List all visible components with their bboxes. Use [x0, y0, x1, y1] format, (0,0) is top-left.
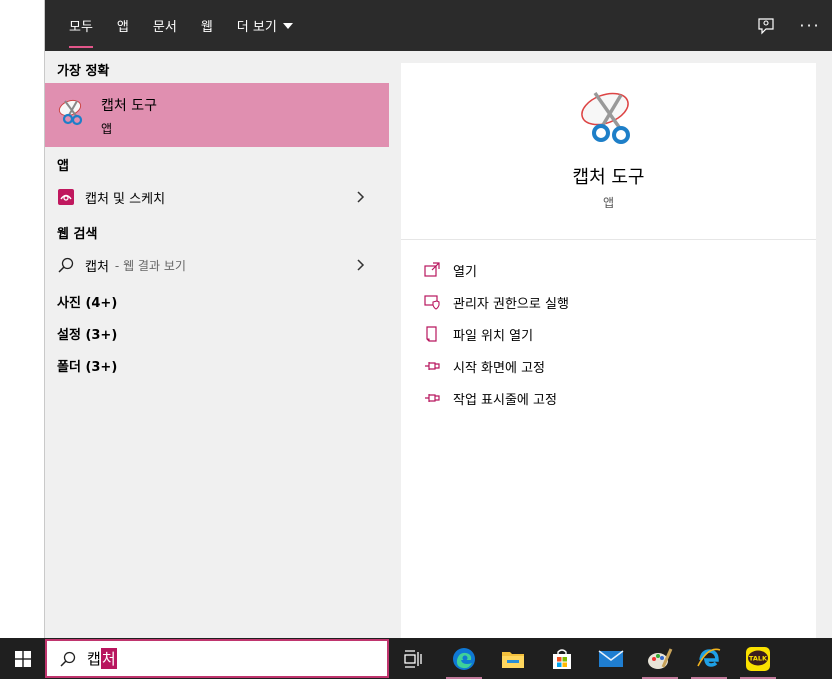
paint-app[interactable]: [636, 638, 684, 679]
windows-logo-icon: [14, 650, 31, 667]
action-pin-to-start[interactable]: 시작 화면에 고정: [423, 354, 545, 378]
more-options-icon[interactable]: ···: [788, 0, 832, 51]
desktop-background: [0, 0, 45, 638]
file-explorer-icon: [502, 651, 524, 668]
action-open-file-location[interactable]: 파일 위치 열기: [423, 322, 533, 346]
open-icon: [423, 261, 441, 279]
web-search-heading: 웹 검색: [57, 227, 98, 242]
paint-icon: [648, 647, 673, 669]
tab-all[interactable]: 모두: [57, 0, 105, 51]
start-button[interactable]: [0, 638, 45, 679]
search-icon: [60, 651, 76, 667]
settings-section[interactable]: 설정 (3+): [45, 324, 117, 343]
best-match-type: 앱: [101, 122, 113, 136]
tab-more-label: 더 보기: [236, 20, 277, 35]
taskbar: 캡처 TALK: [0, 638, 832, 679]
photos-section[interactable]: 사진 (4+): [45, 292, 117, 311]
tab-documents-label: 문서: [152, 20, 177, 35]
tab-web[interactable]: 웹: [189, 0, 225, 51]
search-input[interactable]: 캡처: [87, 648, 117, 669]
best-match-item[interactable]: 캡처 도구 앱: [45, 83, 389, 147]
preview-pane: 캡처 도구 앱 열기 관리자 권한으로 실행 파일 위치 열기 시작 화면에 고…: [401, 63, 816, 638]
apps-heading: 앱: [57, 159, 69, 174]
web-search-query: 캡처: [85, 259, 109, 275]
pin-icon: [423, 389, 441, 407]
search-icon: [57, 256, 75, 274]
preview-app-type: 앱: [602, 196, 615, 210]
edge-app[interactable]: [440, 638, 488, 679]
more-options-label: ···: [799, 16, 821, 35]
action-open-label: 열기: [453, 264, 477, 280]
snipping-tool-icon: [581, 91, 630, 144]
search-filter-bar: 모두 앱 문서 웹 더 보기 ···: [45, 0, 832, 51]
tab-apps-label: 앱: [116, 20, 129, 35]
chevron-right-icon[interactable]: [353, 189, 369, 205]
topbar-actions: ···: [744, 0, 832, 51]
caret-down-icon: [282, 22, 293, 29]
tab-documents[interactable]: 문서: [141, 0, 189, 51]
mail-app[interactable]: [587, 638, 635, 679]
result-web-search[interactable]: 캡처 - 웹 결과 보기: [45, 249, 389, 281]
preview-divider: [401, 239, 816, 240]
file-explorer-app[interactable]: [489, 638, 537, 679]
shield-icon: [423, 293, 441, 311]
snipping-tool-icon: [58, 99, 83, 126]
result-snip-sketch-label: 캡처 및 스케치: [85, 191, 166, 207]
chevron-right-icon[interactable]: [353, 257, 369, 273]
edge-icon: [453, 647, 475, 670]
web-search-hint: - 웹 결과 보기: [114, 258, 186, 273]
store-icon: [553, 648, 571, 669]
kakaotalk-label: TALK: [749, 654, 768, 662]
pin-icon: [423, 357, 441, 375]
preview-app-name: 캡처 도구: [572, 167, 645, 188]
action-pin-to-start-label: 시작 화면에 고정: [453, 360, 545, 376]
mail-icon: [598, 649, 624, 667]
tab-all-label: 모두: [69, 20, 93, 35]
snip-sketch-icon: [57, 188, 75, 206]
kakaotalk-icon: TALK: [746, 646, 770, 671]
action-open-file-location-label: 파일 위치 열기: [453, 328, 534, 344]
ie-icon: [697, 648, 721, 667]
best-match-name: 캡처 도구: [101, 98, 157, 114]
action-pin-to-taskbar-label: 작업 표시줄에 고정: [453, 392, 557, 408]
best-match-heading: 가장 정확: [57, 64, 110, 79]
search-text-selected: 처: [100, 648, 117, 669]
tab-more[interactable]: 더 보기: [225, 0, 305, 51]
kakaotalk-app[interactable]: TALK: [734, 638, 782, 679]
action-pin-to-taskbar[interactable]: 작업 표시줄에 고정: [423, 386, 557, 410]
task-view-button[interactable]: [389, 638, 437, 679]
search-text-plain: 캡: [87, 650, 101, 668]
action-run-as-admin[interactable]: 관리자 권한으로 실행: [423, 290, 569, 314]
search-results-list: 가장 정확 캡처 도구 앱 앱 캡처 및 스케치 웹 검색 캡처 - 웹 결과 …: [45, 51, 389, 638]
internet-explorer-app[interactable]: [685, 638, 733, 679]
tab-web-label: 웹: [200, 20, 213, 35]
tab-apps[interactable]: 앱: [105, 0, 141, 51]
result-snip-sketch[interactable]: 캡처 및 스케치: [45, 181, 389, 213]
action-run-as-admin-label: 관리자 권한으로 실행: [453, 296, 569, 312]
feedback-icon[interactable]: [744, 0, 788, 51]
folders-section[interactable]: 폴더 (3+): [45, 356, 117, 375]
store-app[interactable]: [538, 638, 586, 679]
task-view-icon: [404, 649, 422, 668]
taskbar-search-box[interactable]: 캡처: [45, 639, 389, 678]
action-open[interactable]: 열기: [423, 258, 477, 282]
file-location-icon: [423, 325, 441, 343]
